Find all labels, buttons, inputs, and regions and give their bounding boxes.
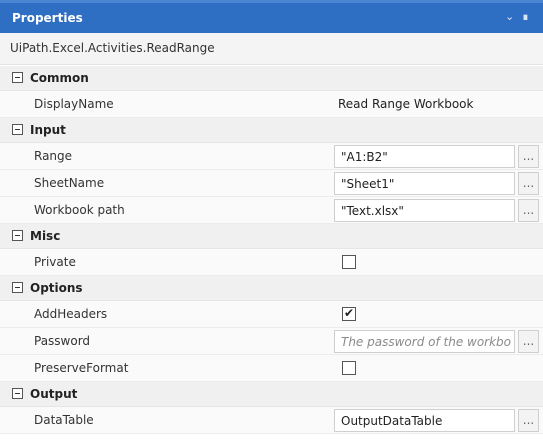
password-ellipsis-button[interactable]: ... — [518, 330, 539, 353]
category-label: Output — [30, 387, 78, 401]
sheetname-ellipsis-button[interactable]: ... — [518, 172, 539, 195]
chevron-down-icon[interactable]: ⌄ — [505, 10, 514, 23]
category-label: Common — [30, 71, 89, 85]
property-name: AddHeaders — [34, 307, 108, 321]
sheetname-field[interactable]: "Sheet1" — [334, 172, 515, 195]
property-name: PreserveFormat — [34, 361, 129, 375]
activity-type-name: UiPath.Excel.Activities.ReadRange — [10, 41, 215, 55]
property-name: Password — [34, 334, 91, 348]
private-checkbox[interactable] — [342, 255, 356, 269]
category-input[interactable]: Input — [0, 118, 543, 143]
property-name: DisplayName — [34, 97, 114, 111]
properties-panel: Properties ⌄ ∎ UiPath.Excel.Activities.R… — [0, 0, 543, 448]
property-row-sheetname: SheetName "Sheet1" ... — [0, 170, 543, 197]
category-label: Input — [30, 123, 66, 137]
property-row-password: Password The password of the workbo ... — [0, 328, 543, 355]
minus-box-icon[interactable] — [12, 72, 23, 83]
property-row-private: Private — [0, 249, 543, 276]
property-name: Range — [34, 149, 73, 163]
panel-titlebar: Properties ⌄ ∎ — [0, 0, 543, 33]
password-field[interactable]: The password of the workbo — [334, 330, 515, 353]
category-misc[interactable]: Misc — [0, 224, 543, 249]
minus-box-icon[interactable] — [12, 230, 23, 241]
property-name: Private — [34, 255, 76, 269]
range-ellipsis-button[interactable]: ... — [518, 145, 539, 168]
workbook-path-ellipsis-button[interactable]: ... — [518, 199, 539, 222]
property-row-workbook-path: Workbook path "Text.xlsx" ... — [0, 197, 543, 224]
pin-icon[interactable]: ∎ — [522, 10, 529, 23]
category-options[interactable]: Options — [0, 276, 543, 301]
property-row-datatable: DataTable OutputDataTable ... — [0, 407, 543, 434]
preserveformat-checkbox[interactable] — [342, 361, 356, 375]
property-row-preserveformat: PreserveFormat — [0, 355, 543, 382]
property-name: Workbook path — [34, 203, 125, 217]
datatable-ellipsis-button[interactable]: ... — [518, 409, 539, 432]
minus-box-icon[interactable] — [12, 282, 23, 293]
minus-box-icon[interactable] — [12, 388, 23, 399]
property-row-addheaders: AddHeaders ✔ — [0, 301, 543, 328]
panel-title: Properties — [12, 11, 83, 25]
property-name: SheetName — [34, 176, 105, 190]
property-grid: Common DisplayName Read Range Workbook I… — [0, 66, 543, 434]
displayname-value[interactable]: Read Range Workbook — [338, 97, 473, 111]
property-name: DataTable — [34, 413, 94, 427]
property-row-range: Range "A1:B2" ... — [0, 143, 543, 170]
addheaders-checkbox[interactable]: ✔ — [342, 306, 356, 321]
category-output[interactable]: Output — [0, 382, 543, 407]
datatable-field[interactable]: OutputDataTable — [334, 409, 515, 432]
category-label: Options — [30, 281, 83, 295]
workbook-path-field[interactable]: "Text.xlsx" — [334, 199, 515, 222]
minus-box-icon[interactable] — [12, 124, 23, 135]
checkmark-icon: ✔ — [344, 306, 355, 320]
range-field[interactable]: "A1:B2" — [334, 145, 515, 168]
category-label: Misc — [30, 229, 61, 243]
property-row-displayname: DisplayName Read Range Workbook — [0, 91, 543, 118]
activity-type-bar: UiPath.Excel.Activities.ReadRange — [0, 33, 543, 65]
category-common[interactable]: Common — [0, 66, 543, 91]
